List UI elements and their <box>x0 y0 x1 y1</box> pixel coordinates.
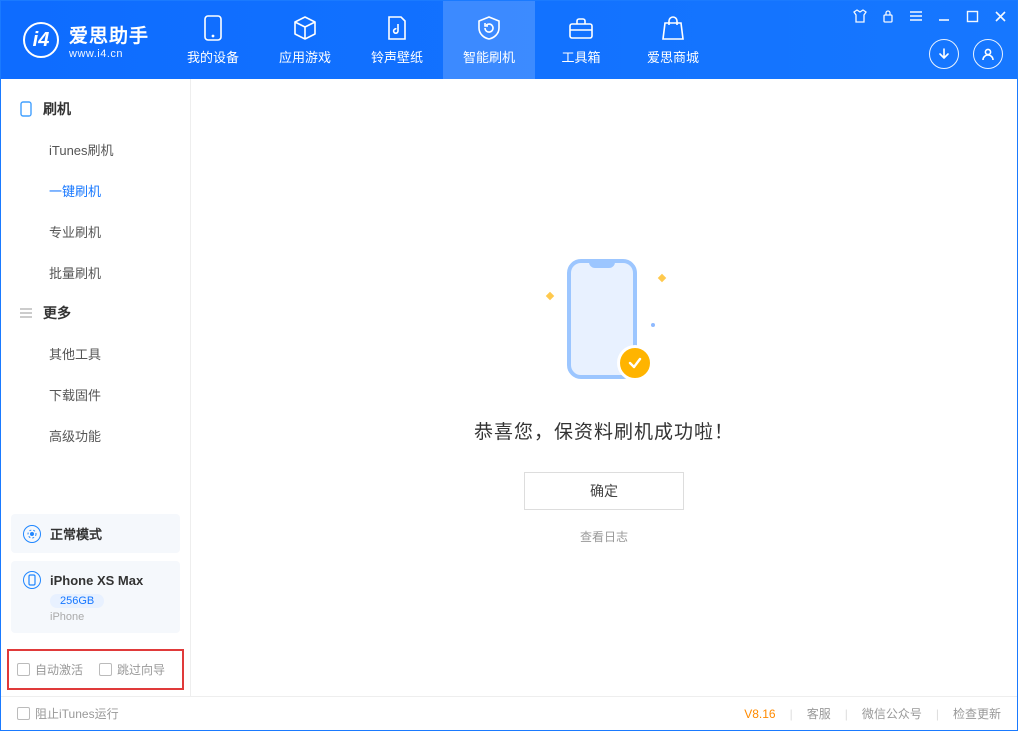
logo-area: i4 爱思助手 www.i4.cn <box>1 1 167 79</box>
main-content: 恭喜您，保资料刷机成功啦！ 确定 查看日志 <box>191 79 1017 696</box>
app-url: www.i4.cn <box>69 48 149 60</box>
sidebar: 刷机 iTunes刷机 一键刷机 专业刷机 批量刷机 更多 其他工具 下载固件 … <box>1 79 191 696</box>
sidebar-item-batch-flash[interactable]: 批量刷机 <box>1 252 190 293</box>
device-type: iPhone <box>50 611 168 623</box>
check-badge-icon <box>617 345 653 381</box>
mode-card[interactable]: 正常模式 <box>11 514 180 553</box>
sidebar-item-pro-flash[interactable]: 专业刷机 <box>1 211 190 252</box>
app-name: 爱思助手 <box>69 21 149 48</box>
tab-label: 爱思商城 <box>647 47 699 66</box>
tab-smart-flash[interactable]: 智能刷机 <box>443 1 535 79</box>
mode-label: 正常模式 <box>50 524 102 543</box>
checkbox-icon <box>17 707 30 720</box>
sidebar-group-more[interactable]: 更多 <box>1 293 190 333</box>
app-window: i4 爱思助手 www.i4.cn 我的设备 应用游戏 <box>0 0 1018 731</box>
tab-store[interactable]: 爱思商城 <box>627 1 719 79</box>
main-tabs: 我的设备 应用游戏 铃声壁纸 智能刷机 <box>167 1 719 79</box>
tab-label: 我的设备 <box>187 47 239 66</box>
tab-apps-games[interactable]: 应用游戏 <box>259 1 351 79</box>
sidebar-item-advanced[interactable]: 高级功能 <box>1 415 190 456</box>
footer-right: V8.16 | 客服 | 微信公众号 | 检查更新 <box>744 705 1001 722</box>
close-icon[interactable] <box>991 7 1009 25</box>
sidebar-item-itunes-flash[interactable]: iTunes刷机 <box>1 129 190 170</box>
sparkle-icon <box>546 292 554 300</box>
tab-ringtone-wallpaper[interactable]: 铃声壁纸 <box>351 1 443 79</box>
success-illustration <box>549 259 659 389</box>
list-icon <box>19 306 33 320</box>
cb-label: 跳过向导 <box>117 661 165 678</box>
cb-label: 阻止iTunes运行 <box>35 705 119 722</box>
group-title: 刷机 <box>43 99 71 119</box>
menu-icon[interactable] <box>907 7 925 25</box>
footer: 阻止iTunes运行 V8.16 | 客服 | 微信公众号 | 检查更新 <box>1 696 1017 730</box>
sidebar-item-oneclick-flash[interactable]: 一键刷机 <box>1 170 190 211</box>
window-controls <box>851 7 1009 25</box>
device-cards: 正常模式 iPhone XS Max 256GB iPhone <box>1 506 190 641</box>
sidebar-item-download-firmware[interactable]: 下载固件 <box>1 374 190 415</box>
sparkle-icon <box>651 323 655 327</box>
cube-icon <box>292 15 318 41</box>
sidebar-group-flash[interactable]: 刷机 <box>1 89 190 129</box>
tab-label: 铃声壁纸 <box>371 47 423 66</box>
cb-skip-guide[interactable]: 跳过向导 <box>99 661 165 678</box>
mode-icon <box>23 525 41 543</box>
cb-auto-activate[interactable]: 自动激活 <box>17 661 83 678</box>
footer-link-support[interactable]: 客服 <box>807 705 831 722</box>
device-phone-icon <box>23 571 41 589</box>
tab-label: 应用游戏 <box>279 47 331 66</box>
phone-icon <box>19 102 33 116</box>
checkbox-icon <box>99 663 112 676</box>
tab-label: 工具箱 <box>562 47 601 66</box>
header: i4 爱思助手 www.i4.cn 我的设备 应用游戏 <box>1 1 1017 79</box>
flash-options-box: 自动激活 跳过向导 <box>7 649 184 690</box>
lock-icon[interactable] <box>879 7 897 25</box>
checkbox-icon <box>17 663 30 676</box>
sidebar-item-other-tools[interactable]: 其他工具 <box>1 333 190 374</box>
tab-my-device[interactable]: 我的设备 <box>167 1 259 79</box>
bag-icon <box>660 15 686 41</box>
ok-button[interactable]: 确定 <box>524 472 684 510</box>
device-name: iPhone XS Max <box>50 573 143 588</box>
body: 刷机 iTunes刷机 一键刷机 专业刷机 批量刷机 更多 其他工具 下载固件 … <box>1 79 1017 696</box>
header-round-buttons <box>929 39 1003 69</box>
logo-icon: i4 <box>23 22 59 58</box>
version-label: V8.16 <box>744 707 775 721</box>
group-title: 更多 <box>43 303 71 323</box>
shield-refresh-icon <box>476 15 502 41</box>
device-card[interactable]: iPhone XS Max 256GB iPhone <box>11 561 180 633</box>
download-button[interactable] <box>929 39 959 69</box>
tab-toolbox[interactable]: 工具箱 <box>535 1 627 79</box>
storage-badge: 256GB <box>50 594 104 608</box>
device-icon <box>200 15 226 41</box>
cb-block-itunes[interactable]: 阻止iTunes运行 <box>17 705 119 722</box>
cb-label: 自动激活 <box>35 661 83 678</box>
maximize-icon[interactable] <box>963 7 981 25</box>
footer-link-wechat[interactable]: 微信公众号 <box>862 705 922 722</box>
sidebar-scroll: 刷机 iTunes刷机 一键刷机 专业刷机 批量刷机 更多 其他工具 下载固件 … <box>1 79 190 506</box>
tshirt-icon[interactable] <box>851 7 869 25</box>
success-message: 恭喜您，保资料刷机成功啦！ <box>474 417 734 444</box>
footer-link-update[interactable]: 检查更新 <box>953 705 1001 722</box>
music-file-icon <box>384 15 410 41</box>
user-button[interactable] <box>973 39 1003 69</box>
toolbox-icon <box>568 15 594 41</box>
sparkle-icon <box>658 274 666 282</box>
view-log-link[interactable]: 查看日志 <box>580 528 628 545</box>
tab-label: 智能刷机 <box>463 47 515 66</box>
minimize-icon[interactable] <box>935 7 953 25</box>
